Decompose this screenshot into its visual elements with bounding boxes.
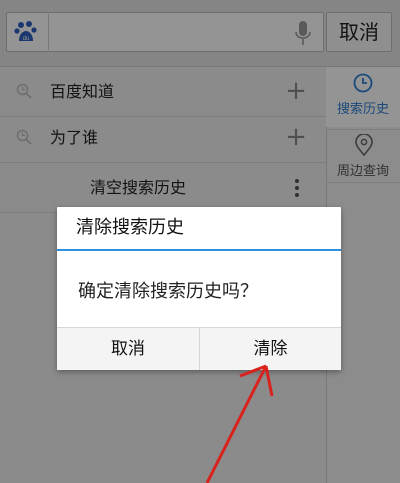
dialog-message: 确定清除搜索历史吗？ — [78, 281, 258, 302]
dialog-title: 清除搜索历史 — [76, 217, 184, 238]
dialog-confirm-button[interactable]: 清除 — [200, 328, 341, 370]
dialog-title-divider — [57, 249, 341, 251]
dialog-cancel-button[interactable]: 取消 — [57, 328, 199, 370]
